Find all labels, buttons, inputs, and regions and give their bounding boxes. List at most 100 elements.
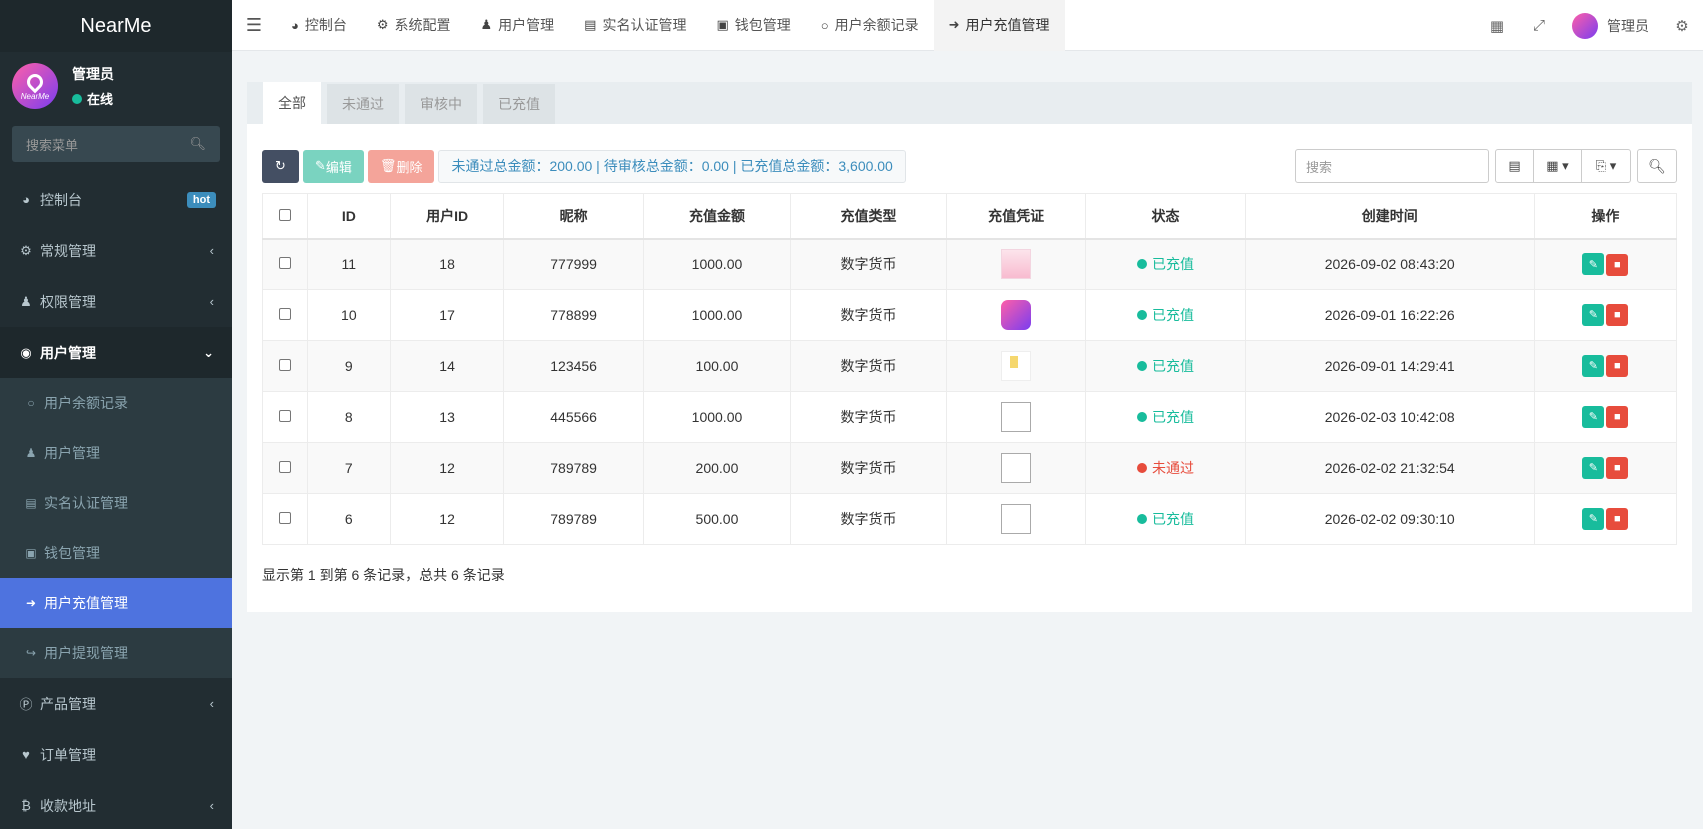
sidebar-item-users[interactable]: ♟ 用户管理 <box>0 428 232 478</box>
tab-kyc[interactable]: ▤ 实名认证管理 <box>569 0 701 51</box>
select-all-checkbox[interactable] <box>278 208 291 221</box>
broken-image-icon[interactable] <box>1001 504 1032 534</box>
table-row[interactable]: 6 12 789789 500.00 数字货币 已充值 2026-02-02 0… <box>262 493 1678 545</box>
id-card-icon: ▤ <box>25 496 37 510</box>
delete-label: 删除 <box>396 159 423 175</box>
voucher-thumbnail[interactable] <box>1001 300 1032 330</box>
column-header[interactable]: 用户ID <box>390 193 505 240</box>
cell-user-id: 17 <box>390 289 505 341</box>
toggle-view-icon[interactable]: ▤ <box>1496 150 1534 182</box>
cell-voucher <box>946 391 1087 443</box>
row-edit-button[interactable]: ✎ <box>1582 253 1605 275</box>
cell-created: 2026-09-01 14:29:41 <box>1244 340 1535 392</box>
sidebar-item-withdraw[interactable]: ↪ 用户提现管理 <box>0 628 232 678</box>
tab-label: 实名认证管理 <box>602 17 687 33</box>
sidebar-item-label: 订单管理 <box>40 746 96 763</box>
delete-button[interactable]: 🗑︎ 删除 <box>367 149 435 183</box>
row-checkbox[interactable] <box>278 410 291 422</box>
tab-label: 用户余额记录 <box>834 17 919 33</box>
status-filter-tabs: 全部 未通过 审核中 已充值 <box>247 82 1692 124</box>
sidebar-item-permissions[interactable]: ♟ 权限管理 ‹ <box>0 276 232 327</box>
voucher-thumbnail[interactable] <box>1001 351 1032 381</box>
column-header[interactable]: 昵称 <box>503 193 645 240</box>
edit-button[interactable]: ✎ 编辑 <box>303 149 364 183</box>
status-dot-icon <box>1136 463 1147 473</box>
tab-balance-records[interactable]: ○ 用户余额记录 <box>806 0 934 51</box>
row-edit-button[interactable]: ✎ <box>1582 354 1605 377</box>
row-delete-button[interactable]: ■ <box>1606 355 1629 378</box>
product-icon: Ⓟ <box>19 697 33 712</box>
filter-tab-pending[interactable]: 审核中 <box>405 84 477 124</box>
user-icon: ♟ <box>480 17 493 32</box>
menu-search-input[interactable]: 搜索菜单 🔍︎ <box>12 126 220 162</box>
cogs-icon[interactable]: ⚙ <box>1661 17 1703 35</box>
broken-image-icon[interactable] <box>1001 453 1032 483</box>
tab-dashboard[interactable]: ◕ 控制台 <box>276 0 362 51</box>
menu-toggle-icon[interactable]: ☰ <box>232 0 276 51</box>
broken-image-icon[interactable] <box>1001 402 1032 432</box>
cell-id: 6 <box>306 493 392 545</box>
cell-status: 已充值 <box>1085 391 1246 443</box>
column-header[interactable]: 充值凭证 <box>946 193 1087 240</box>
voucher-thumbnail[interactable] <box>1001 249 1032 280</box>
sidebar-item-balance-records[interactable]: ○ 用户余额记录 <box>0 378 232 428</box>
sidebar-item-dashboard[interactable]: ◕ 控制台 hot <box>0 174 232 225</box>
sidebar-item-user-management[interactable]: ◉ 用户管理 ⌄ <box>0 327 232 378</box>
sidebar-item-general[interactable]: ⚙ 常规管理 ‹ <box>0 225 232 276</box>
money-icon: ▣ <box>716 17 729 32</box>
sidebar-item-label: 用户管理 <box>40 344 96 361</box>
row-edit-button[interactable]: ✎ <box>1582 456 1605 479</box>
row-delete-button[interactable]: ■ <box>1606 253 1629 276</box>
row-checkbox[interactable] <box>278 461 291 473</box>
row-edit-button[interactable]: ✎ <box>1582 507 1605 530</box>
table-search-input[interactable]: 搜索 <box>1295 149 1489 183</box>
table-row[interactable]: 9 14 123456 100.00 数字货币 已充值 2026-09-01 1… <box>262 340 1678 392</box>
row-delete-button[interactable]: ■ <box>1606 457 1629 480</box>
sidebar-item-kyc[interactable]: ▤ 实名认证管理 <box>0 478 232 528</box>
sidebar-item-products[interactable]: Ⓟ 产品管理 ‹ <box>0 678 232 729</box>
row-edit-button[interactable]: ✎ <box>1582 303 1605 326</box>
row-delete-button[interactable]: ■ <box>1606 508 1629 531</box>
table-row[interactable]: 10 17 778899 1000.00 数字货币 已充值 2026-09-01… <box>262 289 1678 341</box>
table-row[interactable]: 7 12 789789 200.00 数字货币 未通过 2026-02-02 2… <box>262 442 1678 494</box>
row-checkbox[interactable] <box>278 359 291 371</box>
row-checkbox[interactable] <box>278 512 291 524</box>
table-row[interactable]: 11 18 777999 1000.00 数字货币 已充值 2026-09-02… <box>262 238 1678 290</box>
tab-user-management[interactable]: ♟ 用户管理 <box>466 0 570 51</box>
row-checkbox[interactable] <box>278 308 291 320</box>
row-delete-button[interactable]: ■ <box>1606 304 1629 327</box>
columns-icon[interactable]: ▦ ▾ <box>1534 150 1582 182</box>
row-edit-button[interactable]: ✎ <box>1582 405 1605 428</box>
status-badge: 已充值 <box>1151 409 1194 425</box>
filter-tab-all[interactable]: 全部 <box>263 82 321 124</box>
search-icon[interactable]: 🔍︎ <box>1637 149 1677 183</box>
column-header[interactable]: ID <box>306 193 392 240</box>
column-header[interactable]: 创建时间 <box>1244 193 1535 240</box>
topbar-user-menu[interactable]: 管理员 <box>1560 12 1661 39</box>
cell-amount: 500.00 <box>643 493 791 545</box>
translate-icon[interactable]: ▦ <box>1476 17 1518 35</box>
topbar: ☰ ◕ 控制台 ⚙ 系统配置 ♟ 用户管理 ▤ 实名认证管理 ▣ 钱包管理 ○ … <box>232 0 1703 51</box>
refresh-button[interactable]: ↻ <box>262 149 299 183</box>
sidebar-item-orders[interactable]: ♥ 订单管理 <box>0 729 232 780</box>
tab-recharge[interactable]: ➜ 用户充值管理 <box>933 0 1065 51</box>
table-row[interactable]: 8 13 445566 1000.00 数字货币 已充值 2026-02-03 … <box>262 391 1678 443</box>
filter-tab-recharged[interactable]: 已充值 <box>483 84 555 124</box>
sidebar-item-label: 用户充值管理 <box>44 595 128 611</box>
column-header[interactable]: 充值类型 <box>789 193 948 240</box>
cell-actions: ✎ ■ <box>1533 442 1678 494</box>
app-logo[interactable]: NearMe <box>0 0 232 52</box>
row-checkbox[interactable] <box>278 257 291 270</box>
sidebar-item-wallet[interactable]: ▣ 钱包管理 <box>0 528 232 578</box>
tab-system-config[interactable]: ⚙ 系统配置 <box>362 0 466 51</box>
fullscreen-icon[interactable]: ⤢ <box>1518 17 1560 34</box>
export-icon[interactable]: ⎘ ▾ <box>1582 150 1630 182</box>
filter-tab-rejected[interactable]: 未通过 <box>327 84 399 124</box>
row-delete-button[interactable]: ■ <box>1606 406 1629 429</box>
sidebar-item-label: 钱包管理 <box>44 545 100 561</box>
column-header[interactable]: 状态 <box>1085 193 1246 240</box>
tab-wallet[interactable]: ▣ 钱包管理 <box>701 0 805 51</box>
column-header[interactable]: 充值金额 <box>643 193 791 240</box>
sidebar-item-recharge[interactable]: ➜ 用户充值管理 <box>0 578 232 628</box>
sidebar-item-addresses[interactable]: ₿ 收款地址 ‹ <box>0 780 232 829</box>
